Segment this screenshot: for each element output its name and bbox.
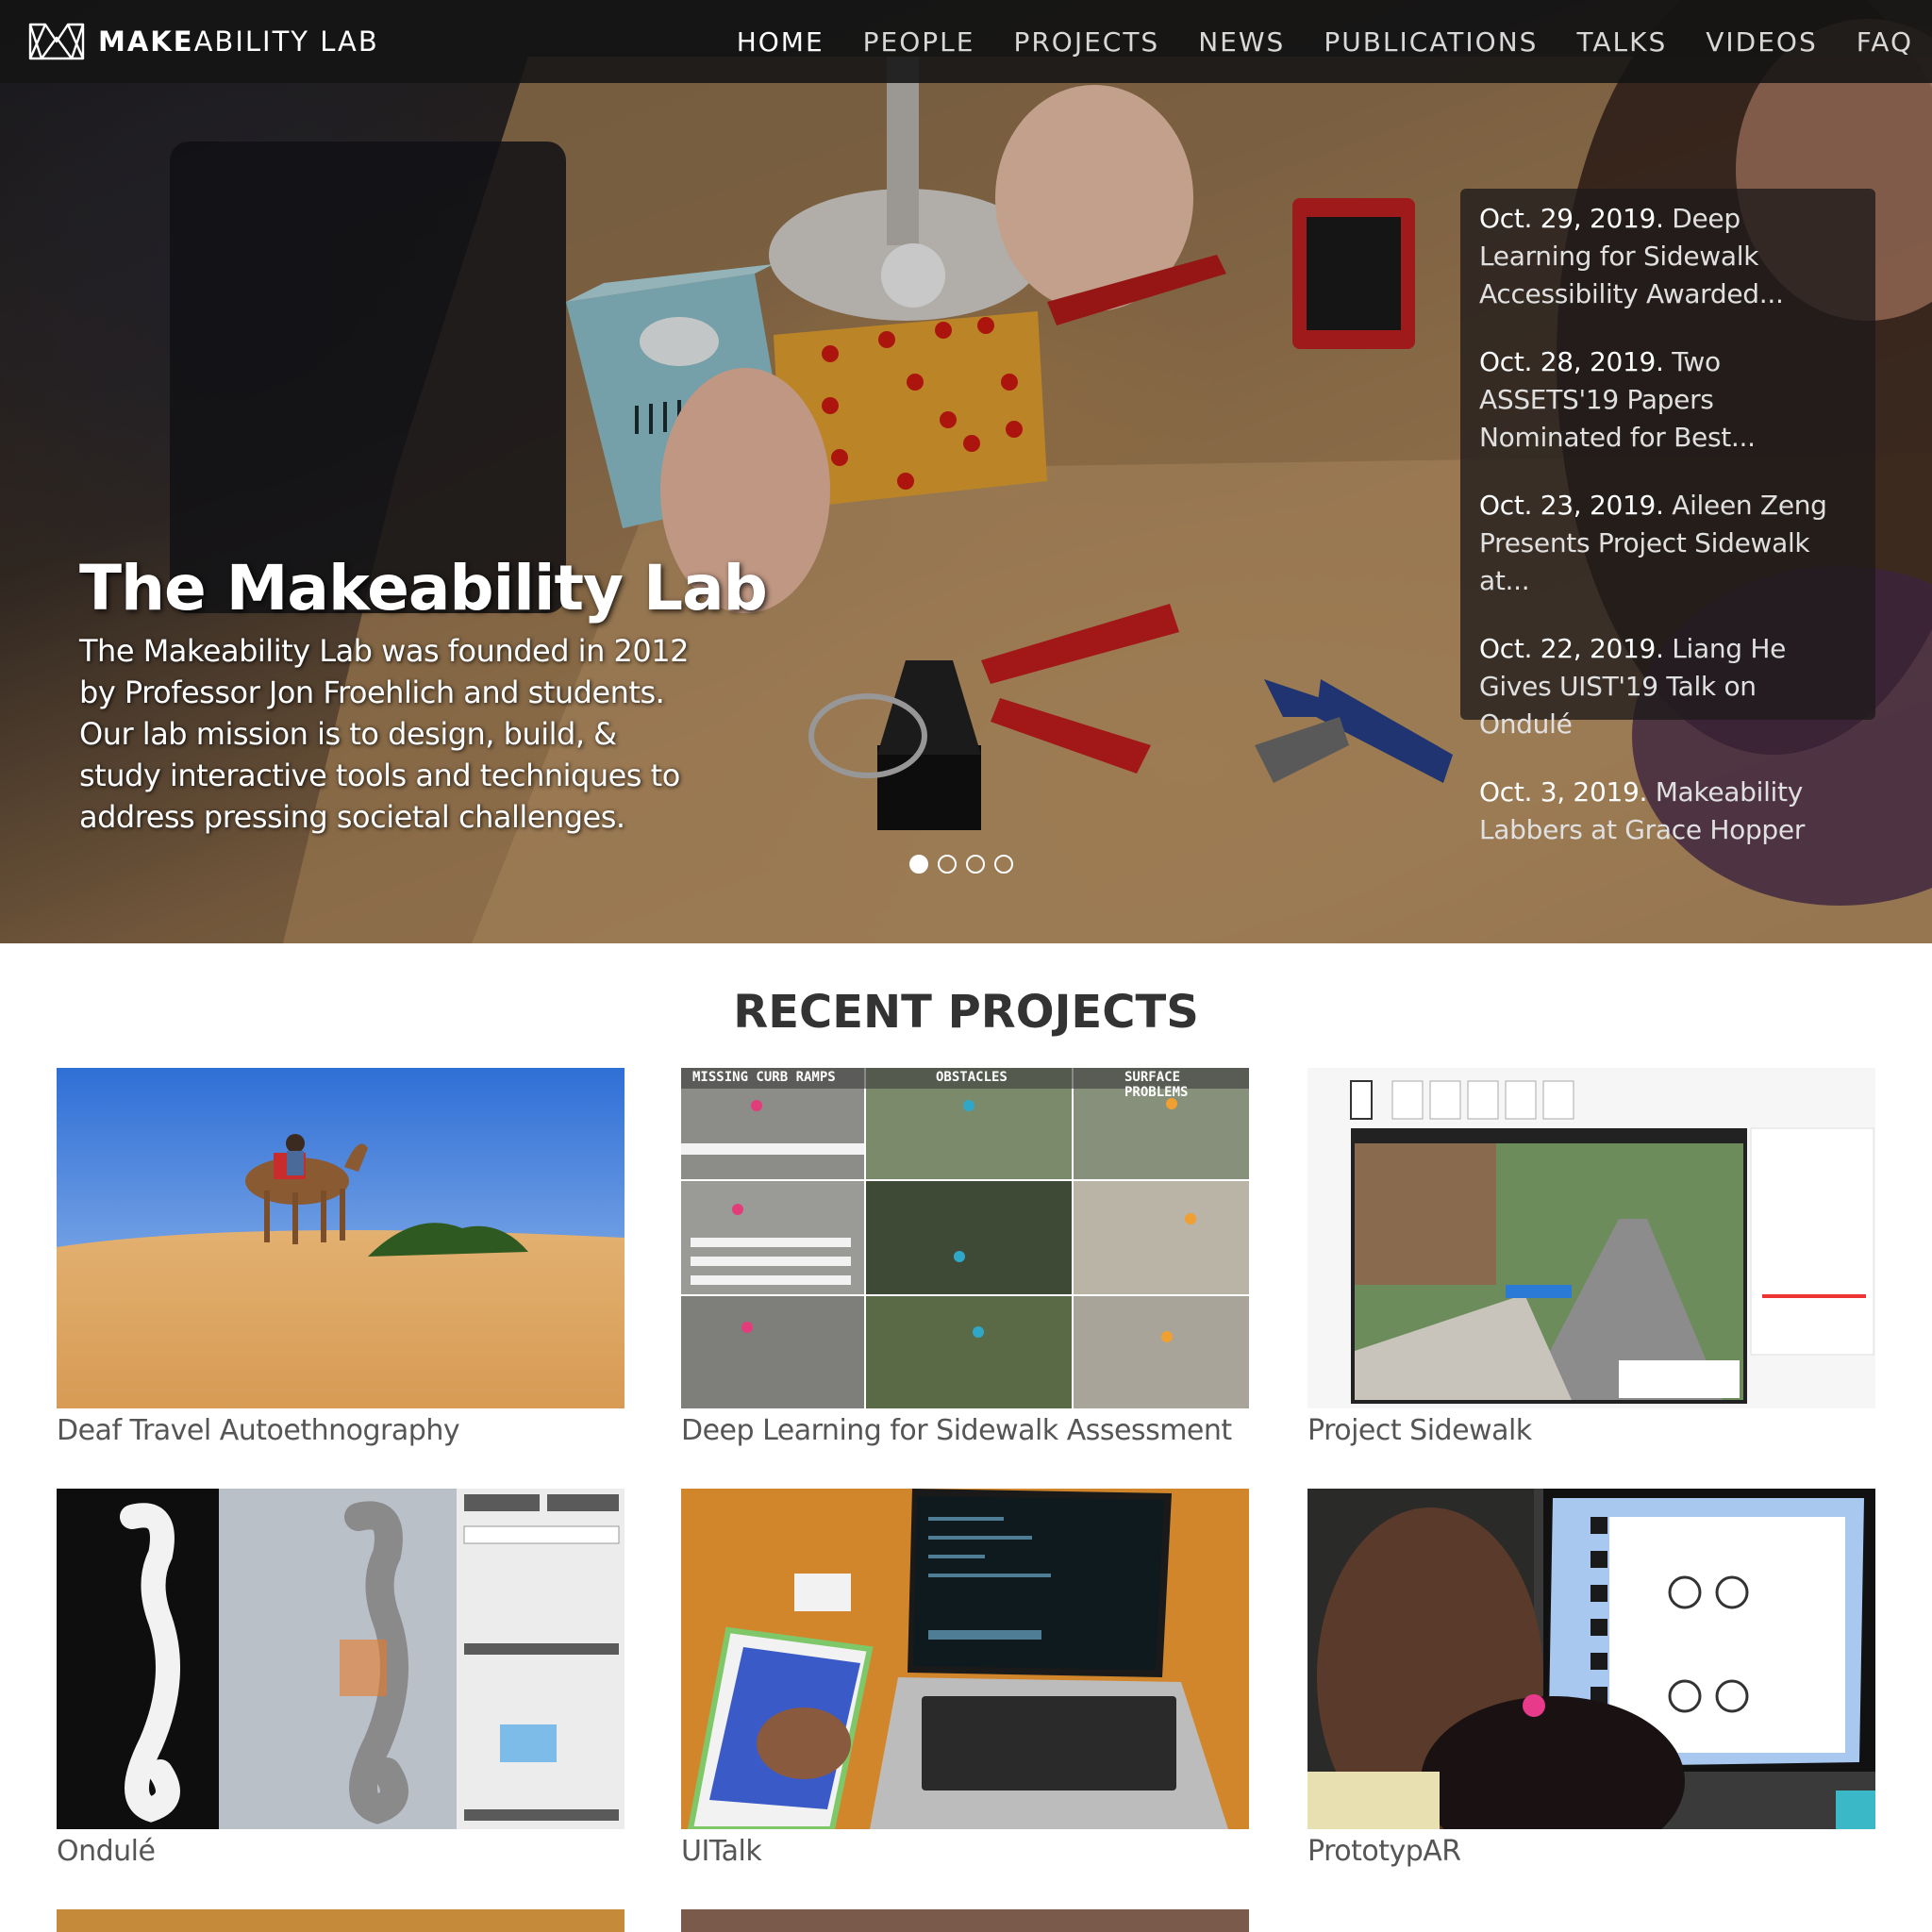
nav-news[interactable]: NEWS xyxy=(1198,26,1285,58)
project-thumbnail[interactable] xyxy=(681,1489,1249,1829)
news-date: Oct. 28, 2019. xyxy=(1479,346,1664,377)
makeability-logo-icon xyxy=(28,23,85,60)
news-date: Oct. 29, 2019. xyxy=(1479,203,1664,234)
project-card-project-sidewalk[interactable]: Project Sidewalk xyxy=(1307,1068,1875,1447)
project-card-uitalk[interactable]: UITalk xyxy=(681,1489,1249,1868)
news-item[interactable]: Oct. 3, 2019. Makeability Labbers at Gra… xyxy=(1479,774,1857,849)
project-title[interactable]: Deaf Travel Autoethnography xyxy=(57,1414,625,1447)
panel-label-obstacles: OBSTACLES xyxy=(936,1070,1008,1085)
nav-people[interactable]: PEOPLE xyxy=(863,26,975,58)
project-thumbnail[interactable] xyxy=(1307,1489,1875,1829)
sidewalk-grid-image xyxy=(681,1068,1249,1408)
nav-projects[interactable]: PROJECTS xyxy=(1013,26,1159,58)
project-title[interactable]: PrototypAR xyxy=(1307,1835,1875,1868)
nav-home[interactable]: HOME xyxy=(737,26,824,58)
project-title[interactable]: Deep Learning for Sidewalk Assessment xyxy=(681,1414,1249,1447)
panel-label-missing-curb-ramps: MISSING CURB RAMPS xyxy=(692,1070,836,1085)
project-card-prototypar[interactable]: PrototypAR xyxy=(1307,1489,1875,1868)
project-card-deaf-travel[interactable]: Deaf Travel Autoethnography xyxy=(57,1068,625,1447)
news-item[interactable]: Oct. 29, 2019. Deep Learning for Sidewal… xyxy=(1479,200,1857,313)
nav-publications[interactable]: PUBLICATIONS xyxy=(1324,26,1538,58)
desert-camel-image xyxy=(57,1068,625,1408)
news-item[interactable]: Oct. 28, 2019. Two ASSETS'19 Papers Nomi… xyxy=(1479,343,1857,457)
panel-label-surface-problems: SURFACE PROBLEMS xyxy=(1124,1070,1189,1100)
carousel-dot-3[interactable] xyxy=(966,855,985,874)
recent-projects-heading: RECENT PROJECTS xyxy=(733,986,1199,1039)
project-title[interactable]: UITalk xyxy=(681,1835,1249,1868)
nav-videos[interactable]: VIDEOS xyxy=(1706,26,1817,58)
carousel-indicators xyxy=(909,855,1023,874)
news-panel: Oct. 29, 2019. Deep Learning for Sidewal… xyxy=(1460,189,1875,845)
news-date: Oct. 3, 2019. xyxy=(1479,776,1648,808)
carousel-dot-2[interactable] xyxy=(938,855,957,874)
news-item[interactable]: Oct. 22, 2019. Liang He Gives UIST'19 Ta… xyxy=(1479,630,1857,743)
project-thumbnail[interactable]: MISSING CURB RAMPS OBSTACLES SURFACE PRO… xyxy=(681,1068,1249,1408)
brand-name: MAKEABILITY LAB xyxy=(98,25,379,58)
brand-home-link[interactable]: MAKEABILITY LAB xyxy=(26,19,379,64)
news-item[interactable]: Oct. 23, 2019. Aileen Zeng Presents Proj… xyxy=(1479,487,1857,600)
seahorse-image xyxy=(57,1489,625,1829)
carousel-dot-1[interactable] xyxy=(909,855,928,874)
project-title[interactable]: Ondulé xyxy=(57,1835,625,1868)
nav-talks[interactable]: TALKS xyxy=(1576,26,1667,58)
carousel-dot-4[interactable] xyxy=(994,855,1013,874)
project-thumbnail[interactable] xyxy=(1307,1068,1875,1408)
hero-description: The Makeability Lab was founded in 2012 … xyxy=(79,633,689,835)
project-thumbnail[interactable] xyxy=(57,1489,625,1829)
project-title[interactable]: Project Sidewalk xyxy=(1307,1414,1875,1447)
news-date: Oct. 22, 2019. xyxy=(1479,633,1664,664)
news-date: Oct. 23, 2019. xyxy=(1479,490,1664,521)
top-navbar: MAKEABILITY LAB HOME PEOPLE PROJECTS NEW… xyxy=(0,0,1932,83)
project-thumbnail[interactable] xyxy=(57,1068,625,1408)
hero-banner: The Makeability Lab The Makeability Lab … xyxy=(0,0,1932,943)
prototypar-image xyxy=(1307,1489,1875,1829)
brand-name-bold: MAKE xyxy=(98,25,194,58)
sidewalk-tool-screenshot xyxy=(1307,1068,1875,1408)
project-card-peek[interactable] xyxy=(681,1909,1249,1932)
project-card-deep-learning-sidewalk[interactable]: MISSING CURB RAMPS OBSTACLES SURFACE PRO… xyxy=(681,1068,1249,1447)
hero-title: The Makeability Lab xyxy=(79,552,768,625)
project-card-peek[interactable] xyxy=(57,1909,625,1932)
main-nav: HOME PEOPLE PROJECTS NEWS PUBLICATIONS T… xyxy=(698,0,1913,83)
brand-name-rest: ABILITY LAB xyxy=(193,25,379,58)
nav-faq[interactable]: FAQ xyxy=(1857,26,1913,58)
laptop-tablet-image xyxy=(681,1489,1249,1829)
project-card-ondule[interactable]: Ondulé xyxy=(57,1489,625,1868)
